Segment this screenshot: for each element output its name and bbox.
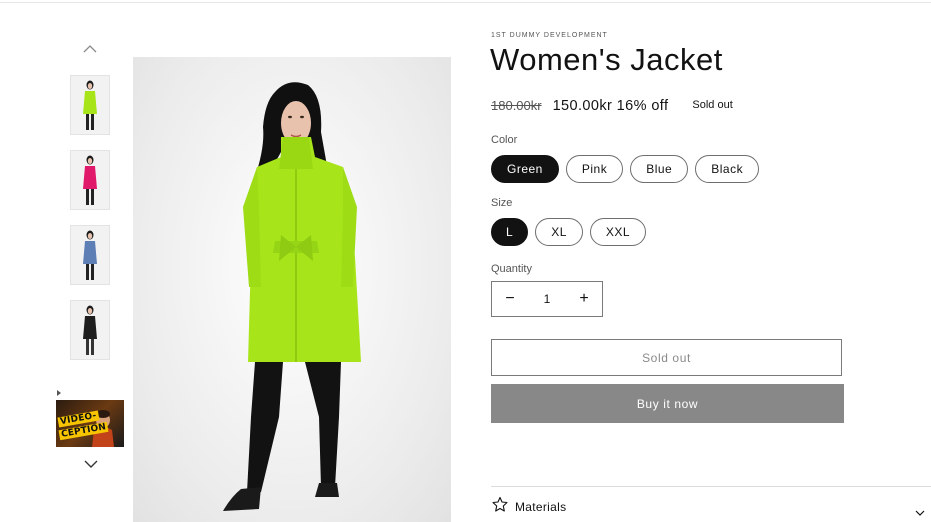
size-option-xl[interactable]: XL — [535, 218, 583, 246]
quantity-label: Quantity — [491, 263, 532, 275]
accordion-divider — [491, 486, 931, 487]
color-label: Color — [491, 134, 518, 146]
size-options: L XL XXL — [491, 218, 647, 246]
buy-now-button[interactable]: Buy it now — [491, 384, 844, 423]
product-title: Women's Jacket — [490, 42, 723, 77]
size-option-l[interactable]: L — [491, 218, 529, 246]
size-option-xxl[interactable]: XXL — [589, 218, 647, 246]
thumbnail-green[interactable] — [70, 75, 110, 135]
color-options: Green Pink Blue Black — [491, 155, 760, 183]
main-product-image[interactable] — [133, 57, 451, 522]
color-option-green[interactable]: Green — [491, 155, 559, 183]
thumbnail-pink[interactable] — [70, 150, 110, 210]
top-divider — [0, 2, 931, 3]
sold-out-badge: Sold out — [692, 99, 733, 111]
sale-price: 150.00kr 16% off — [553, 98, 669, 114]
chevron-up-icon[interactable] — [82, 41, 98, 57]
quantity-input[interactable]: 1 — [528, 292, 566, 306]
color-option-blue[interactable]: Blue — [630, 155, 689, 183]
add-to-cart-button[interactable]: Sold out — [491, 339, 842, 376]
minus-icon[interactable]: − — [492, 282, 528, 316]
color-option-pink[interactable]: Pink — [565, 155, 624, 183]
sale-price-value: 150.00kr — [552, 98, 613, 114]
materials-label: Materials — [515, 500, 567, 514]
vendor-name: 1ST DUMMY DEVELOPMENT — [491, 32, 608, 39]
compare-at-price: 180.00kr — [491, 98, 542, 113]
quantity-stepper: − 1 + — [491, 281, 603, 317]
plus-icon[interactable]: + — [566, 282, 602, 316]
materials-icon — [491, 496, 509, 518]
video-thumbnail[interactable]: VIDEO- CEPTION — [56, 400, 124, 447]
thumbnail-black[interactable] — [70, 300, 110, 360]
thumbnail-blue[interactable] — [70, 225, 110, 285]
discount-label: 16% off — [616, 98, 669, 114]
materials-accordion[interactable]: Materials — [491, 496, 931, 518]
play-icon — [55, 382, 63, 396]
color-option-black[interactable]: Black — [695, 155, 760, 183]
price-row: 180.00kr 150.00kr 16% off Sold out — [491, 98, 733, 114]
chevron-down-icon[interactable] — [83, 456, 99, 472]
size-label: Size — [491, 197, 513, 209]
chevron-down-icon — [915, 501, 925, 520]
